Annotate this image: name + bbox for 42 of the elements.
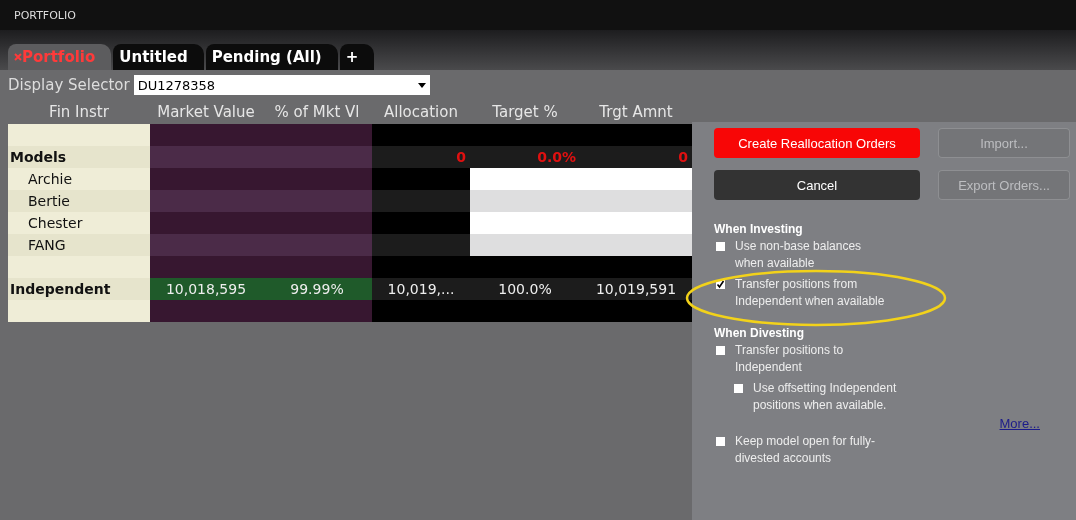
row-label: Models xyxy=(8,146,150,168)
checkbox[interactable] xyxy=(716,242,725,251)
checkbox[interactable] xyxy=(716,280,725,289)
table-cell: 0.0% xyxy=(470,146,580,168)
row-label: Independent xyxy=(8,278,150,300)
row-label: Chester xyxy=(8,212,150,234)
option-label: Transfer positions from Independent when available xyxy=(735,276,886,310)
section-title: When Investing xyxy=(714,222,804,236)
tab[interactable]: Pending (All) xyxy=(205,44,338,70)
table-cell: 0 xyxy=(372,146,470,168)
row-label: Archie xyxy=(8,168,150,190)
row-label: FANG xyxy=(8,234,150,256)
table-cell: 10,019,591 xyxy=(580,278,692,300)
section-title: When Divesting xyxy=(714,326,805,340)
table-cell: 0 xyxy=(580,146,692,168)
column-header: Trgt Amnt xyxy=(598,102,674,123)
table-cell: 99.99% xyxy=(262,278,372,300)
table-cell: 10,019,... xyxy=(372,278,470,300)
checkbox[interactable] xyxy=(734,384,743,393)
column-header: Allocation xyxy=(383,102,459,123)
action-button[interactable]: Create Reallocation Orders xyxy=(714,128,920,158)
option-label: Use non-base balances when available xyxy=(735,238,863,272)
checkbox[interactable] xyxy=(716,437,725,446)
table-cell: 100.0% xyxy=(470,278,580,300)
row-label: Bertie xyxy=(8,190,150,212)
action-button[interactable]: Cancel xyxy=(714,170,920,200)
column-header: % of Mkt Vl xyxy=(273,102,361,123)
tab[interactable]: + xyxy=(339,44,375,70)
table-cell: 10,018,595 xyxy=(150,278,262,300)
column-header: Target % xyxy=(491,102,559,123)
display-selector-dropdown[interactable]: DU1278358 xyxy=(133,75,430,95)
field-label: Display Selector xyxy=(8,76,130,94)
option-label: Transfer positions to Independent xyxy=(735,342,845,376)
caret-icon xyxy=(417,82,426,88)
window-title: PORTFOLIO xyxy=(14,8,76,22)
option-label: Keep model open for fully-divested accounts xyxy=(735,433,877,467)
checkbox[interactable] xyxy=(716,346,725,355)
close-icon[interactable] xyxy=(14,53,22,61)
option-label: Use offsetting Independent positions when available. xyxy=(753,380,898,414)
column-header: Fin Instr xyxy=(48,102,110,123)
column-header: Market Value xyxy=(156,102,256,123)
tab[interactable]: Untitled xyxy=(113,44,204,70)
